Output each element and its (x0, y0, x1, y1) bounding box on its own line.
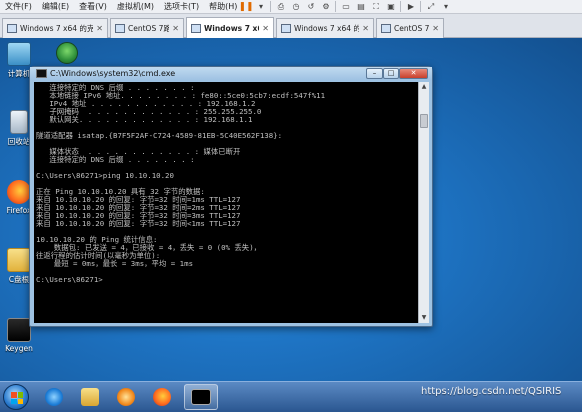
snapshot-manager-icon[interactable]: ⚙ (320, 1, 332, 12)
tab-windows7-web[interactable]: Windows 7 x64 的web ✕ (276, 18, 374, 38)
host-menubar: 文件(F) 编辑(E) 查看(V) 虚拟机(M) 选项卡(T) 帮助(H) (0, 0, 242, 14)
logo-segment (17, 392, 23, 398)
menu-help[interactable]: 帮助(H) (204, 0, 242, 14)
computer-icon (7, 42, 31, 66)
console-line: 默认网关. . . . . . . . . . . . . : 192.168.… (36, 115, 253, 124)
close-icon[interactable]: ✕ (96, 24, 103, 33)
desktop-icon-label: 计算机 (7, 69, 31, 78)
menu-tabs[interactable]: 选项卡(T) (159, 0, 204, 14)
toolbar-separator (400, 1, 402, 12)
tab-label: CentOS 7ftp (394, 24, 430, 33)
tab-label: Windows 7 x64 的克隆 (20, 24, 94, 33)
keygen-icon (7, 318, 31, 342)
menu-view[interactable]: 查看(V) (74, 0, 112, 14)
desktop-icon-label: 回收站 (7, 137, 31, 146)
folder-icon (7, 248, 31, 272)
close-icon[interactable]: ✕ (362, 24, 369, 33)
minimize-button[interactable]: – (366, 68, 383, 79)
tab-label: Windows 7 x64 的web (294, 24, 360, 33)
start-button[interactable] (3, 384, 29, 410)
vm-icon (281, 24, 291, 33)
tab-centos-router[interactable]: CentOS 7路由 ✕ (110, 18, 184, 38)
dropdown-icon[interactable]: ▾ (255, 1, 267, 12)
toolbar-separator (270, 1, 272, 12)
explorer-icon (81, 388, 99, 406)
tab-label: Windows 7 x64 (204, 24, 259, 33)
desktop-icon-label: C盘根 (8, 275, 30, 284)
vm-icon (381, 24, 391, 33)
close-icon[interactable]: ✕ (262, 24, 269, 33)
send-keys-icon[interactable]: ⎙ (275, 1, 287, 12)
console-line: 最短 = 0ms，最长 = 3ms，平均 = 1ms (36, 259, 194, 268)
host-toolbar: 文件(F) 编辑(E) 查看(V) 虚拟机(M) 选项卡(T) 帮助(H) ❚❚… (0, 0, 582, 14)
taskbar-firefox[interactable] (146, 384, 178, 410)
cmd-titlebar[interactable]: C:\Windows\system32\cmd.exe – □ ✕ (30, 67, 432, 81)
scroll-up-icon[interactable]: ▲ (419, 82, 429, 92)
fullscreen-icon[interactable]: ⛶ (370, 1, 382, 12)
host-tool-buttons: ❚❚ ▾ ⎙ ◷ ↺ ⚙ ▭ ▤ ⛶ ▣ ▶ ⤢ ▾ (238, 1, 452, 12)
sidebar-toggle-icon[interactable]: ▭ (340, 1, 352, 12)
vm-tab-bar: Windows 7 x64 的克隆 ✕ CentOS 7路由 ✕ Windows… (0, 14, 582, 39)
firefox-icon (153, 388, 171, 406)
watermark-text: https://blog.csdn.net/QSIRIS (421, 386, 562, 397)
close-button[interactable]: ✕ (399, 68, 428, 79)
cmd-window-title: C:\Windows\system32\cmd.exe (50, 69, 176, 78)
windows-logo-icon (11, 392, 23, 404)
tab-windows7[interactable]: Windows 7 x64 ✕ (186, 17, 274, 39)
pause-icon[interactable]: ❚❚ (238, 1, 253, 12)
desktop-icon-label: Firefox (6, 206, 32, 215)
logo-segment (17, 398, 23, 404)
revert-snapshot-icon[interactable]: ↺ (305, 1, 317, 12)
media-player-icon (117, 388, 135, 406)
ie-icon (45, 388, 63, 406)
console-scrollbar[interactable]: ▲ ▼ (418, 82, 429, 323)
toolbar-separator (420, 1, 422, 12)
unity-icon[interactable]: ▣ (385, 1, 397, 12)
console-prompt: C:\Users\86271> (36, 275, 103, 284)
vm-icon (115, 24, 125, 33)
logo-segment (11, 392, 17, 398)
close-icon[interactable]: ✕ (432, 24, 439, 33)
taskbar-media-player[interactable] (110, 384, 142, 410)
tabs-view-icon[interactable]: ▤ (355, 1, 367, 12)
network-app-icon[interactable] (56, 42, 78, 64)
console-output[interactable]: 连接特定的 DNS 后缀 . . . . . . . : 本地链接 IPv6 地… (34, 82, 418, 323)
recycle-bin-icon (10, 110, 28, 134)
console-line: 来自 10.10.10.20 的回复: 字节=32 时间<1ms TTL=127 (36, 219, 241, 228)
snapshot-icon[interactable]: ◷ (290, 1, 302, 12)
vm-icon (7, 24, 17, 33)
stretch-icon[interactable]: ⤢ (425, 1, 437, 12)
tab-windows7-clone[interactable]: Windows 7 x64 的克隆 ✕ (2, 18, 108, 38)
vm-icon (191, 24, 201, 33)
console-view-icon[interactable]: ▶ (405, 1, 417, 12)
dropdown-icon[interactable]: ▾ (440, 1, 452, 12)
desktop-icon-label: Keygen (5, 344, 33, 353)
console-line: 隧道适配器 isatap.{B7F5F2AF-C724-4589-81EB-5C… (36, 131, 283, 140)
menu-vm[interactable]: 虚拟机(M) (112, 0, 159, 14)
scroll-down-icon[interactable]: ▼ (419, 313, 429, 323)
cmd-icon (36, 69, 47, 78)
menu-file[interactable]: 文件(F) (0, 0, 37, 14)
scroll-thumb[interactable] (420, 114, 428, 128)
toolbar-separator (335, 1, 337, 12)
tab-label: CentOS 7路由 (128, 24, 170, 33)
taskbar-explorer[interactable] (74, 384, 106, 410)
console-line: 连接特定的 DNS 后缀 . . . . . . . : (36, 155, 195, 164)
logo-segment (11, 398, 17, 404)
taskbar-ie[interactable] (38, 384, 70, 410)
cmd-icon (191, 389, 211, 405)
console-line: C:\Users\86271>ping 10.10.10.20 (36, 171, 174, 180)
close-icon[interactable]: ✕ (172, 24, 179, 33)
maximize-button[interactable]: □ (383, 68, 399, 79)
tab-centos-ftp[interactable]: CentOS 7ftp ✕ (376, 18, 444, 38)
taskbar-cmd[interactable] (184, 384, 218, 410)
firefox-icon (7, 180, 31, 204)
cmd-window: C:\Windows\system32\cmd.exe – □ ✕ 连接特定的 … (29, 66, 433, 327)
menu-edit[interactable]: 编辑(E) (37, 0, 74, 14)
